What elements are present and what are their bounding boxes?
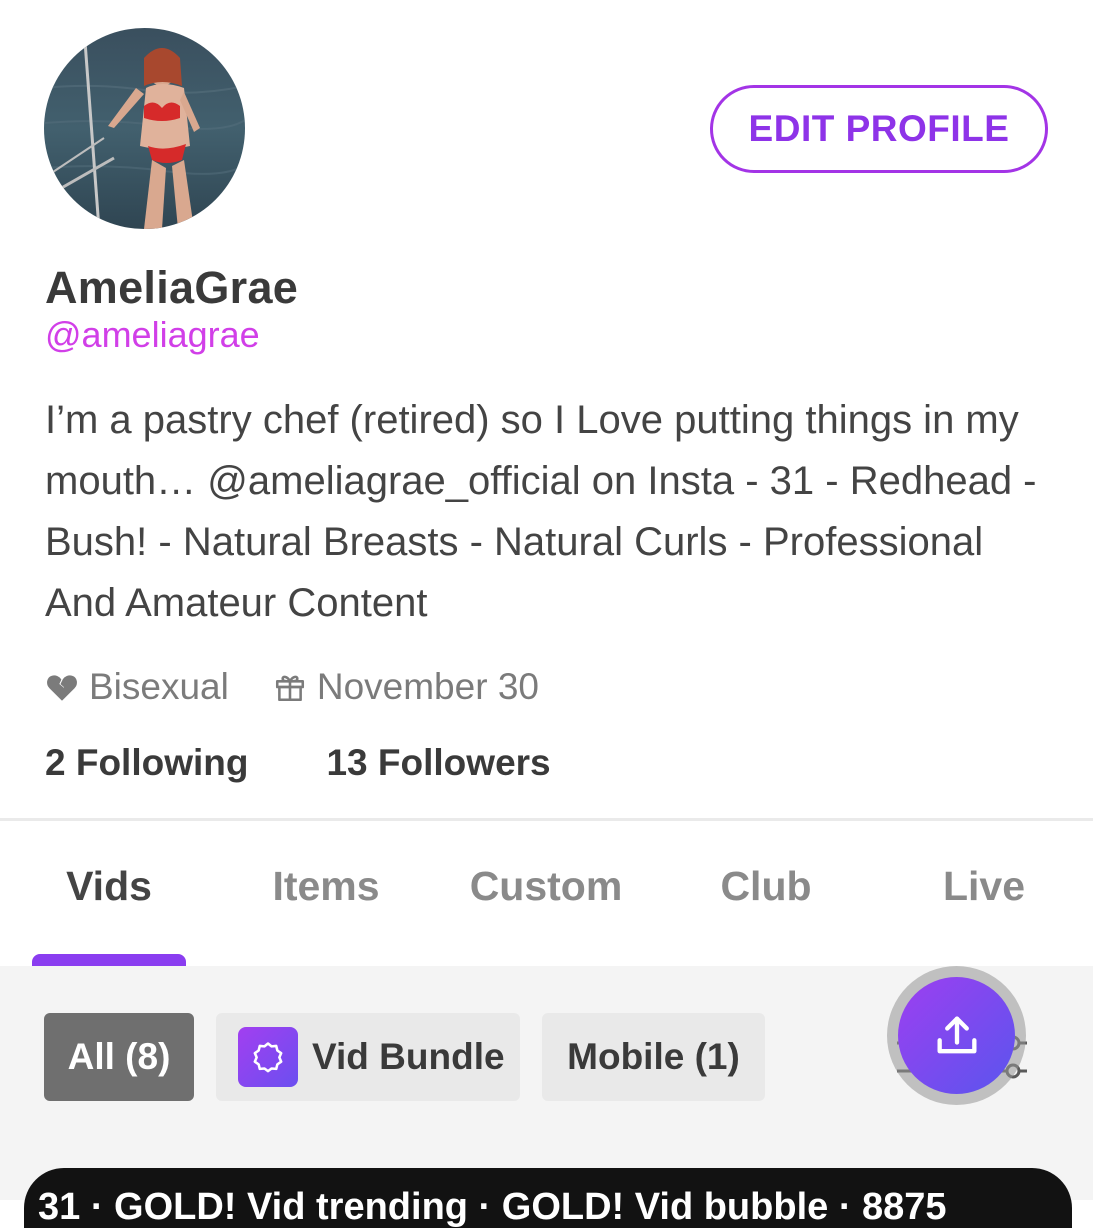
tab-items[interactable]: Items <box>272 863 379 910</box>
orientation: Bisexual <box>45 666 229 708</box>
gift-icon <box>275 675 304 702</box>
followers-label: Followers <box>377 742 551 783</box>
orientation-label: Bisexual <box>89 666 229 707</box>
tab-live[interactable]: Live <box>943 863 1025 910</box>
content-tabs: Vids Items Custom Club Live <box>0 821 1093 966</box>
birthday: November 30 <box>273 666 539 708</box>
filter-mobile-chip[interactable]: Mobile (1) <box>542 1013 765 1101</box>
tab-custom[interactable]: Custom <box>470 863 623 910</box>
following-link[interactable]: 2 Following <box>45 742 248 784</box>
vid-bundle-label: Vid Bundle <box>312 1036 505 1077</box>
video-card-tags: 31 · GOLD! Vid trending · GOLD! Vid bubb… <box>38 1186 947 1228</box>
profile-meta: Bisexual November 30 <box>45 666 539 708</box>
birthday-label: November 30 <box>316 666 539 707</box>
bundle-badge-icon <box>238 1027 298 1087</box>
upload-button[interactable] <box>887 966 1026 1105</box>
username-handle[interactable]: @ameliagrae <box>45 314 260 356</box>
following-count: 2 <box>45 742 66 783</box>
active-tab-indicator <box>32 954 186 966</box>
tab-vids[interactable]: Vids <box>66 863 152 910</box>
video-card[interactable]: 31 · GOLD! Vid trending · GOLD! Vid bubb… <box>24 1168 1072 1228</box>
followers-count: 13 <box>326 742 368 783</box>
follow-stats: 2 Following 13 Followers <box>45 742 551 784</box>
profile-bio: I’m a pastry chef (retired) so I Love pu… <box>45 398 1037 625</box>
followers-link[interactable]: 13 Followers <box>326 742 550 784</box>
profile-avatar[interactable] <box>44 28 245 229</box>
tab-club[interactable]: Club <box>720 863 811 910</box>
upload-icon <box>937 1016 976 1053</box>
filter-all-chip[interactable]: All (8) <box>44 1013 194 1101</box>
edit-profile-button[interactable]: EDIT PROFILE <box>710 85 1048 173</box>
following-label: Following <box>75 742 249 783</box>
display-name: AmeliaGrae <box>45 262 299 313</box>
broken-heart-icon <box>47 675 77 701</box>
filter-vid-bundle-chip[interactable]: Vid Bundle <box>216 1013 520 1101</box>
